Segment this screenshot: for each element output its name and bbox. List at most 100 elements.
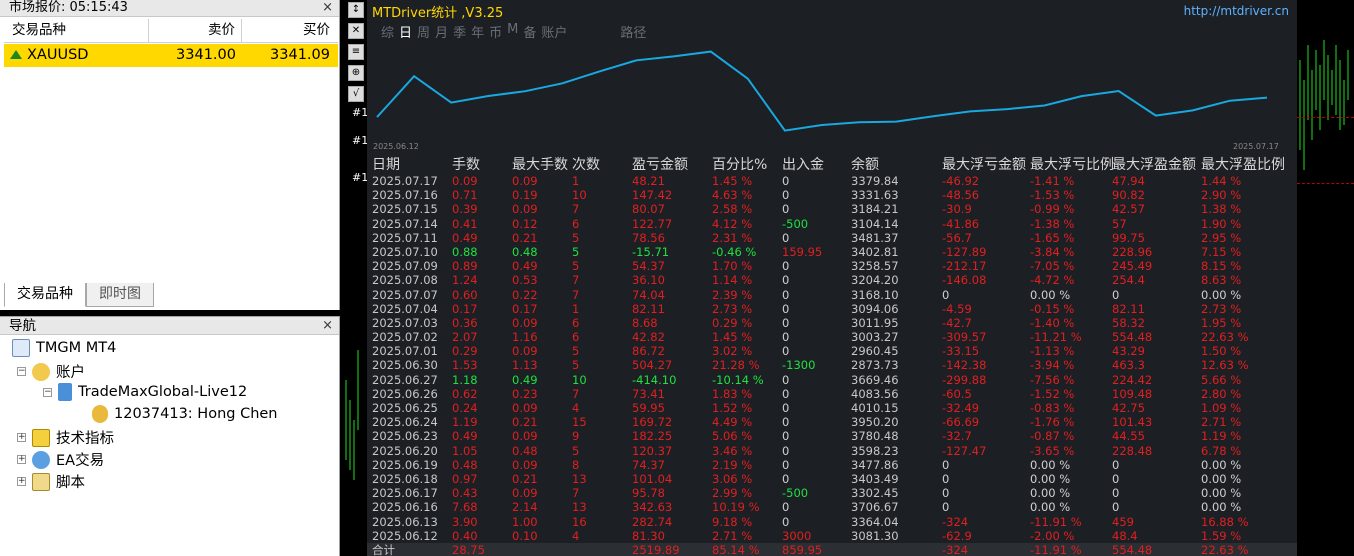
cell-max-float-profit: 82.11	[1112, 301, 1145, 316]
cell-max-float-profit: 48.4	[1112, 528, 1138, 543]
cell-date: 2025.06.20	[372, 443, 438, 458]
graph-start-date: 2025.06.12	[373, 142, 419, 151]
table-row[interactable]: 2025.07.11 0.49 0.21 5 78.56 2.31 % 0 3481.37 -5…	[367, 231, 1297, 245]
table-row[interactable]: 2025.07.15 0.39 0.09 7 80.07 2.58 % 0 3184.21 -3…	[367, 202, 1297, 216]
cell-balance: 3950.20	[851, 415, 899, 430]
cell-deposit: 0	[782, 230, 790, 245]
cell-pct: 1.83 %	[712, 386, 753, 401]
table-row[interactable]: 2025.06.18 0.97 0.21 13 101.04 3.06 % 0 3403.49…	[367, 472, 1297, 486]
cell-max-float-loss: -324	[942, 514, 969, 529]
table-row[interactable]: 2025.06.27 1.18 0.49 10 -414.10 -10.14 % 0 3669…	[367, 373, 1297, 387]
close-icon[interactable]: ×	[322, 0, 333, 16]
nav-item-accounts[interactable]: − 账户	[17, 361, 85, 382]
cell-count: 8	[572, 457, 580, 472]
nav-item-account[interactable]: 12037413: Hong Chen	[92, 405, 278, 423]
cell-max-lots: 0.17	[512, 301, 538, 316]
nav-item-indicators[interactable]: + 技术指标	[17, 427, 114, 448]
market-watch-header: 交易品种 卖价 买价	[4, 19, 338, 43]
cell-count: 1	[572, 301, 580, 316]
expand-icon[interactable]: +	[17, 477, 26, 486]
cell-pnl: 80.07	[632, 202, 665, 217]
cell-deposit: 0	[782, 401, 790, 415]
cell-max-float-loss: -48.56	[942, 188, 980, 203]
table-row[interactable]: 2025.06.16 7.68 2.14 13 342.63 10.19 % 0 3706.6…	[367, 500, 1297, 514]
table-row[interactable]: 2025.07.02 2.07 1.16 6 42.82 1.45 % 0 3003.27 -3…	[367, 330, 1297, 344]
table-row[interactable]: 2025.06.25 0.24 0.09 4 59.95 1.52 % 0 4010.15 -3…	[367, 401, 1297, 415]
cell-deposit: 0	[782, 457, 790, 472]
tab-tick-chart[interactable]: 即时图	[86, 283, 154, 307]
cell-max-float-profit: 0	[1112, 457, 1120, 472]
cell-date: 2025.07.09	[372, 259, 438, 274]
close-chart-icon[interactable]: ✕	[348, 23, 364, 39]
table-row[interactable]: 2025.07.16 0.71 0.19 10 147.42 4.63 % 0 3331.63…	[367, 188, 1297, 202]
collapse-icon[interactable]: −	[17, 367, 26, 376]
table-row[interactable]: 2025.07.03 0.36 0.09 6 8.68 0.29 % 0 3011.95 -42…	[367, 316, 1297, 330]
symbol-row[interactable]: XAUUSD 3341.00 3341.09	[4, 44, 338, 67]
cell-max-float-profit-pct: 1.50 %	[1201, 344, 1242, 359]
cell-balance: 3379.84	[851, 174, 899, 188]
table-row[interactable]: 2025.07.01 0.29 0.09 5 86.72 3.02 % 0 2960.45 -3…	[367, 344, 1297, 358]
nav-item-ea[interactable]: + EA交易	[17, 449, 104, 470]
table-row[interactable]: 2025.06.24 1.19 0.21 15 169.72 4.49 % 0 3950.20…	[367, 415, 1297, 429]
arrow-tool-icon[interactable]: ↕	[348, 2, 364, 18]
table-row[interactable]: 2025.06.17 0.43 0.09 7 95.78 2.99 % -500 3302.4…	[367, 486, 1297, 500]
cell-max-float-profit-pct: 0.00 %	[1201, 457, 1242, 472]
table-row[interactable]: 2025.06.23 0.49 0.09 9 182.25 5.06 % 0 3780.48 -…	[367, 429, 1297, 443]
cell-count: 5	[572, 259, 580, 274]
cell-count: 13	[572, 500, 587, 515]
ask-column-header[interactable]: 买价	[242, 19, 336, 42]
table-row[interactable]: 2025.06.13 3.90 1.00 16 282.74 9.18 % 0 3364.04…	[367, 515, 1297, 529]
cell-max-float-loss: 0	[942, 457, 950, 472]
cell-max-float-profit-pct: 2.71 %	[1201, 415, 1242, 430]
table-row[interactable]: 2025.06.19 0.48 0.09 8 74.37 2.19 % 0 3477.86 0 0…	[367, 458, 1297, 472]
collapse-icon[interactable]: −	[43, 387, 52, 397]
header-max-float-loss-pct: 最大浮亏比例	[1030, 157, 1114, 173]
symbol-column-header[interactable]: 交易品种	[4, 19, 149, 42]
table-row[interactable]: 2025.06.26 0.62 0.23 7 73.41 1.83 % 0 4083.56 -6…	[367, 387, 1297, 401]
table-row[interactable]: 2025.06.20 1.05 0.48 5 120.37 3.46 % 0 3598.23 -…	[367, 444, 1297, 458]
cell-max-lots: 0.53	[512, 273, 538, 288]
nav-item-server[interactable]: − TradeMaxGlobal-Live12	[43, 383, 247, 401]
cell-deposit: 0	[782, 514, 790, 529]
expert-advisor-icon	[32, 450, 50, 469]
panel-url-link[interactable]: http://mtdriver.cn	[1184, 4, 1289, 18]
table-row[interactable]: 2025.07.04 0.17 0.17 1 82.11 2.73 % 0 3094.06 -4…	[367, 302, 1297, 316]
table-row[interactable]: 2025.07.08 1.24 0.53 7 36.10 1.14 % 0 3204.20 -1…	[367, 273, 1297, 287]
table-row[interactable]: 2025.07.09 0.89 0.49 5 54.37 1.70 % 0 3258.57 -2…	[367, 259, 1297, 273]
cell-pct: 5.06 %	[712, 429, 753, 444]
expand-icon[interactable]: +	[17, 433, 26, 442]
cell-count: 6	[572, 330, 580, 345]
cell-deposit: 0	[782, 259, 790, 274]
cell-max-float-loss-pct: -1.13 %	[1030, 344, 1075, 359]
cell-max-float-loss: -127.89	[942, 244, 987, 259]
table-row[interactable]: 2025.07.10 0.88 0.48 5 -15.71 -0.46 % 159.95 34…	[367, 245, 1297, 259]
cell-max-float-loss-pct: -0.99 %	[1030, 202, 1075, 217]
bars-tool-icon[interactable]: ≡	[348, 44, 364, 60]
cell-balance: 4010.15	[851, 401, 899, 415]
cell-count: 16	[572, 514, 587, 529]
table-row[interactable]: 2025.07.07 0.60 0.22 7 74.04 2.39 % 0 3168.10 0 0…	[367, 288, 1297, 302]
chart-type-icon[interactable]: √	[348, 86, 364, 102]
cell-date: 2025.07.04	[372, 301, 438, 316]
cell-lots: 0.40	[452, 528, 478, 543]
cell-count: 5	[572, 358, 580, 373]
cell-lots: 0.62	[452, 386, 478, 401]
close-icon[interactable]: ×	[322, 317, 333, 335]
table-row[interactable]: 2025.06.12 0.40 0.10 4 81.30 2.71 % 3000 3081.3…	[367, 529, 1297, 543]
nav-item-scripts[interactable]: + 脚本	[17, 471, 85, 492]
cell-max-float-loss: -62.9	[942, 528, 972, 543]
expand-icon[interactable]: +	[17, 455, 26, 464]
cell-pnl: 95.78	[632, 486, 665, 501]
header-max-float-loss: 最大浮亏金额	[942, 157, 1026, 173]
cell-deposit: 0	[782, 386, 790, 401]
cell-max-lots: 0.21	[512, 471, 538, 486]
table-row[interactable]: 2025.07.17 0.09 0.09 1 48.21 1.45 % 0 3379.84 -4…	[367, 174, 1297, 188]
cell-deposit: -1300	[782, 358, 816, 373]
tab-symbols[interactable]: 交易品种	[4, 283, 86, 307]
bid-column-header[interactable]: 卖价	[149, 19, 242, 42]
table-row[interactable]: 2025.06.30 1.53 1.13 5 504.27 21.28 % -1300 287…	[367, 358, 1297, 372]
cell-max-float-profit: 90.82	[1112, 188, 1145, 203]
table-row[interactable]: 2025.07.14 0.41 0.12 6 122.77 4.12 % -500 3104.…	[367, 217, 1297, 231]
zoom-tool-icon[interactable]: ⊕	[348, 65, 364, 81]
nav-item-root[interactable]: TMGM MT4	[12, 339, 116, 357]
